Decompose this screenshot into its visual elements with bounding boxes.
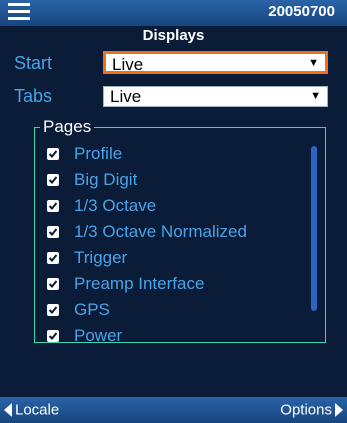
dropdown-arrow-icon: ▼ [308, 57, 319, 69]
top-bar: 20050700 [0, 0, 347, 26]
page-item-label: 1/3 Octave [74, 196, 157, 215]
start-select-value: Live [112, 55, 144, 74]
checkbox-checked[interactable] [47, 304, 59, 316]
page-item-label: Preamp Interface [74, 274, 205, 293]
pages-legend: Pages [40, 117, 95, 137]
bottom-bar: Locale Options [0, 397, 347, 423]
checkbox-checked[interactable] [47, 330, 59, 342]
arrow-left-icon [4, 403, 12, 418]
checkbox-checked[interactable] [47, 252, 59, 264]
page-item[interactable]: Big Digit [47, 170, 317, 192]
checkbox-checked[interactable] [47, 278, 59, 290]
page-item-label: Power [74, 326, 123, 343]
start-select[interactable]: Live ▼ [103, 51, 328, 74]
device-id: 20050700 [268, 3, 335, 20]
screen-title: Displays [142, 27, 205, 44]
checkbox-checked[interactable] [47, 174, 59, 186]
page-item[interactable]: Power [47, 326, 317, 343]
page-item-label: 1/3 Octave Normalized [74, 222, 247, 241]
tabs-label: Tabs [14, 86, 53, 106]
page-item[interactable]: 1/3 Octave Normalized [47, 222, 317, 244]
pages-scrollbar[interactable] [311, 146, 317, 311]
page-item[interactable]: 1/3 Octave [47, 196, 317, 218]
checkbox-checked[interactable] [47, 148, 59, 160]
page-item[interactable]: Profile [47, 144, 317, 166]
page-item-label: Trigger [74, 248, 128, 267]
pages-group: Profile Big Digit 1/3 Octave 1/3 Octave … [34, 127, 326, 343]
tabs-select[interactable]: Live ▼ [103, 86, 328, 107]
page-item-label: Big Digit [74, 170, 138, 189]
options-button[interactable]: Options [280, 401, 343, 419]
dropdown-arrow-icon: ▼ [310, 90, 321, 102]
page-item[interactable]: Preamp Interface [47, 274, 317, 296]
checkbox-checked[interactable] [47, 200, 59, 212]
start-label: Start [14, 53, 53, 73]
checkbox-checked[interactable] [47, 226, 59, 238]
page-item[interactable]: GPS [47, 300, 317, 322]
locale-button-label: Locale [15, 401, 60, 419]
arrow-right-icon [335, 403, 343, 418]
page-item-label: GPS [74, 300, 110, 319]
options-button-label: Options [280, 401, 332, 419]
tabs-select-value: Live [110, 87, 142, 106]
page-item-label: Profile [74, 144, 123, 163]
hamburger-menu-icon[interactable] [8, 3, 30, 21]
displays-screen: 20050700 Displays Start Live ▼ Tabs Live… [0, 0, 347, 423]
page-item[interactable]: Trigger [47, 248, 317, 270]
locale-button[interactable]: Locale [4, 401, 59, 419]
